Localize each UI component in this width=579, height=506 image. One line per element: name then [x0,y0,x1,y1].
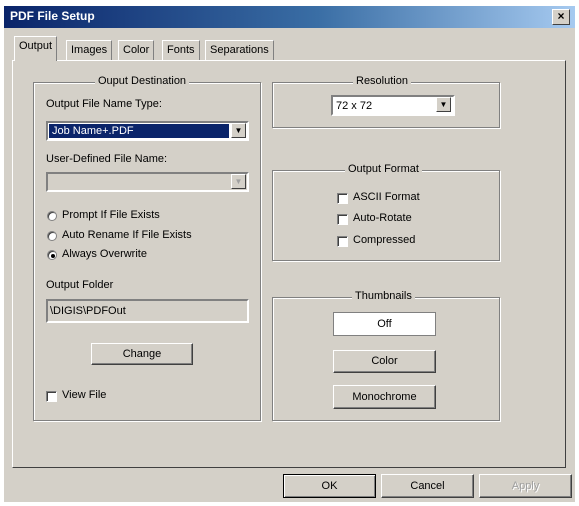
tab-color[interactable]: Color [118,40,155,60]
close-icon[interactable]: × [552,9,570,25]
radio-selected-dot [51,254,55,258]
apply-button[interactable]: Apply [479,474,572,498]
tab-fonts[interactable]: Fonts [162,40,200,60]
view-file-label: View File [62,389,107,401]
thumbnails-monochrome-label: Monochrome [352,391,417,403]
radio-auto-rename[interactable] [47,231,57,241]
radio-prompt-label: Prompt If File Exists [62,209,160,221]
tab-output-label: Output [19,40,53,52]
resolution-value: 72 x 72 [336,100,373,112]
user-defined-file-name-select[interactable]: ▼ [46,172,249,192]
output-format-title: Output Format [345,163,422,175]
tab-images[interactable]: Images [66,40,113,60]
title-bar[interactable]: PDF File Setup × [4,6,575,28]
tab-separations-label: Separations [210,44,269,56]
chevron-down-icon[interactable]: ▼ [436,97,451,112]
auto-rotate-label: Auto-Rotate [353,212,412,224]
ascii-format-checkbox[interactable] [337,193,348,204]
file-name-type-select[interactable]: Job Name+.PDF ▼ [46,121,249,141]
chevron-down-icon: ▼ [231,174,246,189]
tab-fonts-label: Fonts [167,44,195,56]
chevron-down-icon[interactable]: ▼ [231,123,246,138]
radio-always-overwrite-label: Always Overwrite [62,248,147,260]
ok-button[interactable]: OK [283,474,376,498]
apply-label: Apply [511,480,540,492]
view-file-checkbox[interactable] [46,391,57,402]
compressed-checkbox[interactable] [337,236,348,247]
ascii-format-label: ASCII Format [353,191,420,203]
thumbnails-title: Thumbnails [352,290,415,302]
tab-images-label: Images [71,44,108,56]
output-destination-title: Ouput Destination [95,75,190,87]
change-label: Change [122,348,162,360]
cancel-button[interactable]: Cancel [381,474,474,498]
radio-auto-rename-label: Auto Rename If File Exists [62,229,192,241]
radio-always-overwrite[interactable] [47,250,57,260]
resolution-title: Resolution [353,75,411,87]
output-folder-field: \DIGIS\PDFOut [46,299,249,323]
cancel-label: Cancel [410,480,445,492]
window-title: PDF File Setup [10,9,95,23]
compressed-label: Compressed [353,234,416,246]
thumbnails-color-button[interactable]: Color [333,350,436,373]
user-defined-label: User-Defined File Name: [46,153,168,165]
thumbnails-value-field: Off [333,312,436,336]
pdf-file-setup-dialog: PDF File Setup × Output Images Color Fon… [4,6,575,502]
output-folder-value: \DIGIS\PDFOut [50,305,126,317]
tab-color-label: Color [123,44,150,56]
radio-prompt-if-exists[interactable] [47,211,57,221]
thumbnails-monochrome-button[interactable]: Monochrome [333,385,436,409]
change-button[interactable]: Change [91,343,193,365]
thumbnails-value: Off [377,318,392,330]
tab-separations[interactable]: Separations [205,40,274,60]
tab-output[interactable]: Output [14,36,58,61]
auto-rotate-checkbox[interactable] [337,214,348,225]
file-name-type-value: Job Name+.PDF [49,124,229,138]
file-name-type-label: Output File Name Type: [46,98,162,110]
resolution-select[interactable]: 72 x 72 ▼ [331,95,455,116]
ok-label: OK [321,480,338,492]
output-folder-label: Output Folder [46,279,114,291]
thumbnails-color-label: Color [371,355,398,367]
